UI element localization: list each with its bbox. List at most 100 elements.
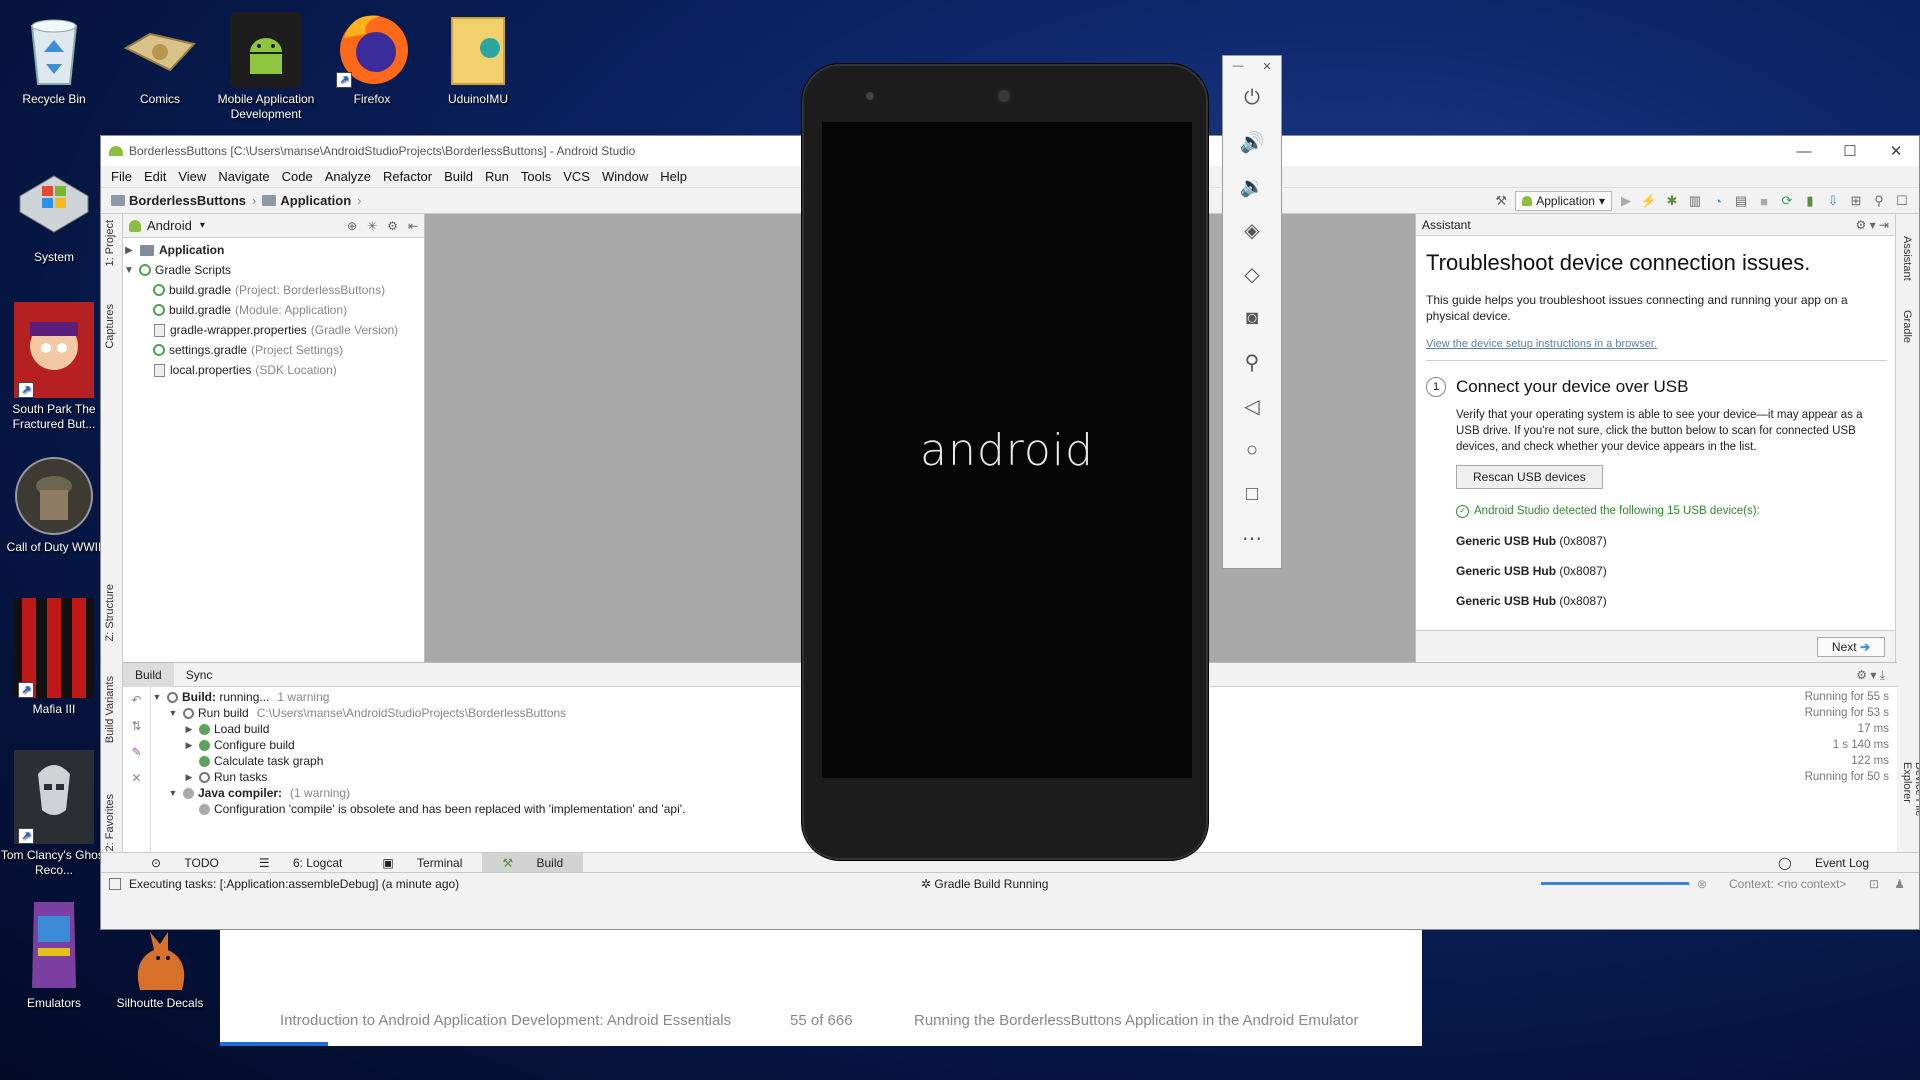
menu-build[interactable]: Build <box>438 169 479 184</box>
layout-icon[interactable] <box>109 877 121 890</box>
close-icon[interactable]: ✕ <box>123 765 150 791</box>
git-icon[interactable]: ♟ <box>1894 877 1905 891</box>
chevron-down-icon[interactable]: ▾ <box>200 220 205 231</box>
gear-icon[interactable]: ⚙ <box>387 219 398 233</box>
rotate-left-icon[interactable]: ◈ <box>1223 208 1281 252</box>
menu-analyze[interactable]: Analyze <box>319 169 377 184</box>
sdk-manager-icon[interactable]: ⇩ <box>1824 192 1842 210</box>
tab-build[interactable]: Build <box>123 662 174 687</box>
minimize-button[interactable]: — <box>1781 136 1827 166</box>
project-view-select[interactable]: Android <box>147 218 192 233</box>
gradle-status[interactable]: ✲ Gradle Build Running <box>921 877 1048 891</box>
tab-favorites[interactable]: 2: Favorites <box>104 794 116 851</box>
close-button[interactable]: ✕ <box>1873 136 1919 166</box>
gear-icon[interactable]: ⚙ ▾ ⇥ <box>1855 218 1889 232</box>
tab-logcat[interactable]: ☰ 6: Logcat <box>239 853 362 873</box>
maximize-button[interactable]: ☐ <box>1827 136 1873 166</box>
tab-assistant[interactable]: Assistant <box>1901 236 1913 281</box>
menu-run[interactable]: Run <box>479 169 515 184</box>
hide-icon[interactable]: ⇤ <box>408 219 418 233</box>
desktop-icon-comics[interactable]: Comics <box>106 8 214 107</box>
expand-arrow-icon[interactable]: ▶ <box>123 245 135 256</box>
tab-build-bottom[interactable]: ⚒ Build <box>482 852 584 873</box>
emulator-screen[interactable]: android <box>822 122 1192 778</box>
expand-arrow-icon[interactable]: ▶ <box>183 740 195 751</box>
breadcrumb-module[interactable]: Application <box>280 193 351 208</box>
desktop-icon-call-of-duty[interactable]: Call of Duty WWII <box>0 456 108 555</box>
tree-item[interactable]: gradle-wrapper.properties (Gradle Version… <box>123 320 424 340</box>
menu-code[interactable]: Code <box>276 169 319 184</box>
tab-terminal[interactable]: ▣ Terminal <box>362 853 482 873</box>
desktop-icon-south-park[interactable]: ↗ South Park The Fractured But... <box>0 302 108 432</box>
desktop-icon-uduinoimu[interactable]: UduinoIMU <box>424 8 532 107</box>
menu-navigate[interactable]: Navigate <box>212 169 275 184</box>
lock-icon[interactable]: ⊡ <box>1869 877 1879 891</box>
overview-icon[interactable]: □ <box>1223 472 1281 516</box>
next-button[interactable]: Next ➔ <box>1816 637 1885 657</box>
tab-structure[interactable]: Z: Structure <box>104 584 116 641</box>
book-title[interactable]: Introduction to Android Application Deve… <box>280 1012 731 1029</box>
filter-icon[interactable]: ⇅ <box>123 713 150 739</box>
tree-item[interactable]: ▶ Application <box>123 240 424 260</box>
cancel-progress-icon[interactable]: ⊗ <box>1697 877 1707 891</box>
collapse-arrow-icon[interactable]: ▼ <box>151 692 163 702</box>
tree-item[interactable]: local.properties (SDK Location) <box>123 360 424 380</box>
rotate-right-icon[interactable]: ◇ <box>1223 252 1281 296</box>
desktop-icon-silhoutte-decals[interactable]: Silhoutte Decals <box>106 920 214 1011</box>
collapse-arrow-icon[interactable]: ▼ <box>167 788 179 798</box>
debug-icon[interactable]: ✱ <box>1663 192 1681 210</box>
apply-changes-icon[interactable]: ⚡ <box>1640 192 1658 210</box>
gear-icon[interactable]: ⚙ ▾ ⤓ <box>1844 663 1897 687</box>
menu-vcs[interactable]: VCS <box>557 169 596 184</box>
menu-file[interactable]: File <box>105 169 138 184</box>
setup-instructions-link[interactable]: View the device setup instructions in a … <box>1426 338 1887 350</box>
tree-item[interactable]: build.gradle (Module: Application) <box>123 300 424 320</box>
user-icon[interactable]: ☐ <box>1893 192 1911 210</box>
tree-item[interactable]: build.gradle (Project: BorderlessButtons) <box>123 280 424 300</box>
pin-icon[interactable]: ✎ <box>123 739 150 765</box>
project-structure-icon[interactable]: ⊞ <box>1847 192 1865 210</box>
desktop-icon-emulators[interactable]: Emulators <box>0 898 108 1011</box>
desktop-icon-mobile-app-dev[interactable]: Mobile Application Development <box>212 8 320 122</box>
desktop-icon-ghost-recon[interactable]: ↗ Tom Clancy's Ghost Reco... <box>0 750 108 878</box>
volume-down-icon[interactable]: 🔉 <box>1223 164 1281 208</box>
menu-window[interactable]: Window <box>596 169 654 184</box>
tab-sync[interactable]: Sync <box>174 663 225 687</box>
rescan-usb-button[interactable]: Rescan USB devices <box>1456 465 1603 489</box>
sync-gradle-icon[interactable]: ⟳ <box>1778 192 1796 210</box>
close-icon[interactable]: ✕ <box>1262 60 1271 73</box>
minimize-icon[interactable]: — <box>1232 60 1243 72</box>
collapse-arrow-icon[interactable]: ▼ <box>167 708 179 718</box>
power-icon[interactable]: ⏻ <box>1223 76 1281 120</box>
desktop-icon-recycle-bin[interactable]: Recycle Bin <box>0 8 108 107</box>
menu-tools[interactable]: Tools <box>515 169 557 184</box>
chapter-title[interactable]: Running the BorderlessButtons Applicatio… <box>914 1012 1358 1029</box>
collapse-icon[interactable]: ✳ <box>367 219 377 233</box>
tab-todo[interactable]: ⊙ TODO <box>131 853 239 873</box>
volume-up-icon[interactable]: 🔊 <box>1223 120 1281 164</box>
menu-view[interactable]: View <box>172 169 212 184</box>
camera-icon[interactable]: ◙ <box>1223 296 1281 340</box>
tab-build-variants[interactable]: Build Variants <box>104 676 116 743</box>
run-icon[interactable]: ▶ <box>1617 192 1635 210</box>
menu-help[interactable]: Help <box>654 169 693 184</box>
expand-arrow-icon[interactable]: ▶ <box>183 772 195 783</box>
stop-icon[interactable]: ■ <box>1755 192 1773 210</box>
tab-project[interactable]: 1: Project <box>104 220 116 266</box>
profile-icon[interactable]: ▥ <box>1686 192 1704 210</box>
menu-refactor[interactable]: Refactor <box>377 169 438 184</box>
collapse-arrow-icon[interactable]: ▼ <box>123 265 135 276</box>
desktop-icon-mafia[interactable]: ↗ Mafia III <box>0 598 108 717</box>
search-icon[interactable]: ⚲ <box>1870 192 1888 210</box>
tab-device-file-explorer[interactable]: Device File Explorer <box>1901 762 1919 852</box>
attach-debugger-icon[interactable]: ◔ <box>1709 192 1727 210</box>
more-icon[interactable]: ⋯ <box>1223 516 1281 560</box>
breadcrumb-project[interactable]: BorderlessButtons <box>129 193 246 208</box>
tab-captures[interactable]: Captures <box>104 304 116 349</box>
desktop-icon-firefox[interactable]: ↗ Firefox <box>318 8 426 107</box>
event-log-button[interactable]: ◯ Event Log <box>1758 853 1889 873</box>
home-icon[interactable]: ○ <box>1223 428 1281 472</box>
restart-icon[interactable]: ↶ <box>123 687 150 713</box>
avd-manager-icon[interactable]: ▮ <box>1801 192 1819 210</box>
zoom-icon[interactable]: ⚲ <box>1223 340 1281 384</box>
